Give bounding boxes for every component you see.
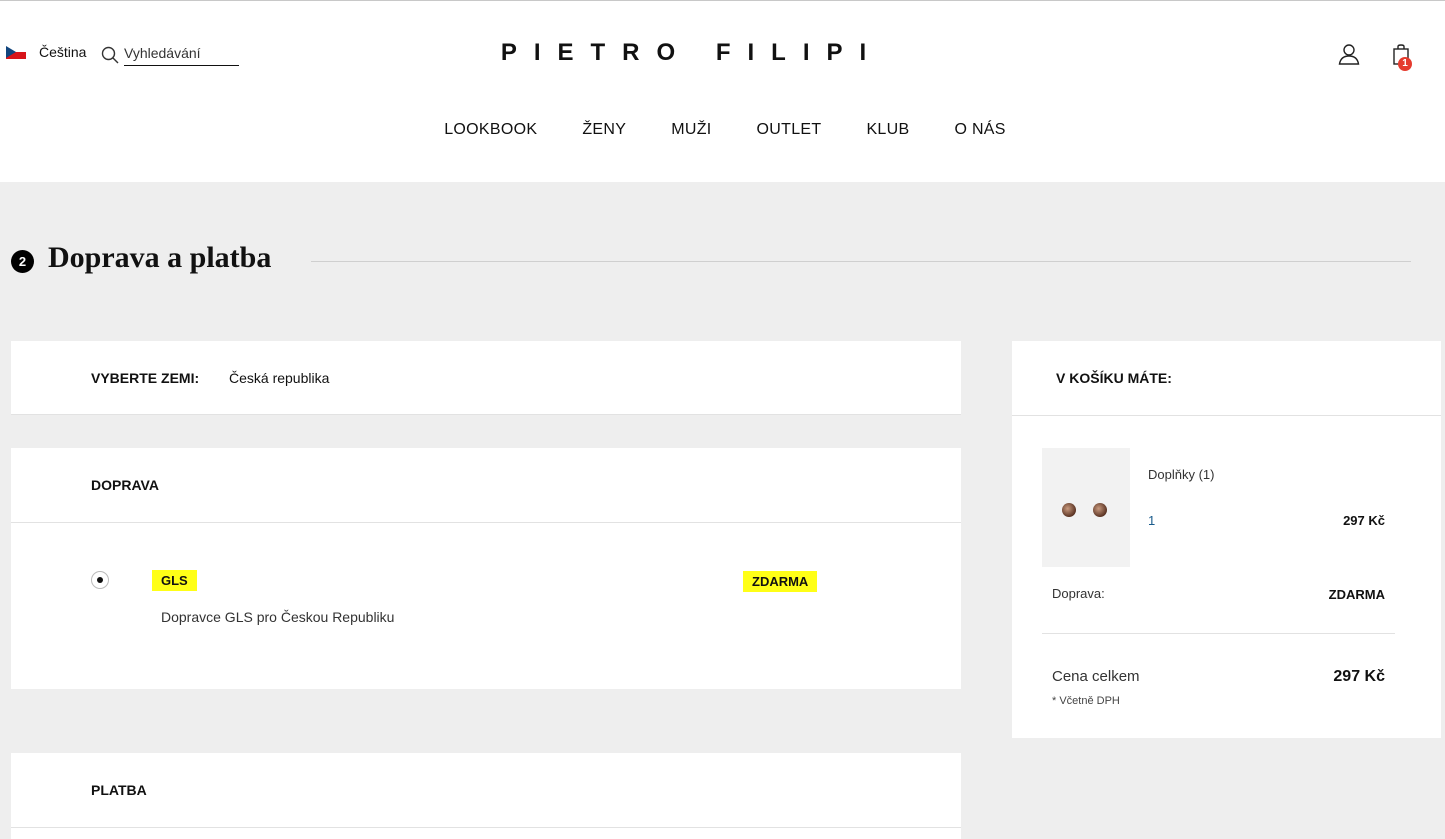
cart-divider — [1042, 633, 1395, 634]
payment-header: PLATBA — [11, 753, 961, 828]
nav-item-women[interactable]: ŽENY — [582, 121, 626, 139]
nav-item-about[interactable]: O NÁS — [954, 121, 1005, 139]
page-title: Doprava a platba — [48, 241, 272, 274]
product-quantity: 1 — [1148, 513, 1156, 528]
product-image[interactable] — [1042, 448, 1130, 567]
product-name[interactable]: Doplňky (1) — [1148, 467, 1214, 482]
shipping-header: DOPRAVA — [11, 448, 961, 523]
country-select[interactable]: Česká republika — [229, 370, 329, 386]
total-label: Cena celkem — [1052, 668, 1140, 685]
nav-item-men[interactable]: MUŽI — [671, 121, 711, 139]
step-number-badge: 2 — [11, 250, 34, 273]
earring-right-image — [1093, 503, 1107, 517]
section-divider — [311, 261, 1411, 262]
cart-summary-header: V KOŠÍKU MÁTE: — [1012, 341, 1441, 416]
nav-item-outlet[interactable]: OUTLET — [757, 121, 822, 139]
main-nav: LOOKBOOK ŽENY MUŽI OUTLET KLUB O NÁS — [0, 121, 1445, 139]
nav-item-club[interactable]: KLUB — [866, 121, 909, 139]
vat-note: * Včetně DPH — [1052, 695, 1120, 707]
nav-item-lookbook[interactable]: LOOKBOOK — [444, 121, 537, 139]
earring-left-image — [1062, 503, 1076, 517]
country-panel: VYBERTE ZEMI: Česká republika — [11, 341, 961, 415]
total-value: 297 Kč — [1333, 668, 1385, 685]
site-logo[interactable]: PIETRO FILIPI — [0, 39, 1384, 67]
payment-title: PLATBA — [91, 782, 147, 798]
shipping-option-description: Dopravce GLS pro Českou Republiku — [161, 609, 395, 625]
shipping-panel: DOPRAVA GLS ZDARMA Dopravce GLS pro Česk… — [11, 448, 961, 689]
cart-count-badge: 1 — [1398, 57, 1412, 71]
shipping-option-name[interactable]: GLS — [152, 570, 197, 591]
cart-shipping-value: ZDARMA — [1328, 587, 1385, 602]
site-header: Čeština PIETRO FILIPI 1 LOOKBOOK ŽENY MU… — [0, 0, 1445, 182]
cart-summary: V KOŠÍKU MÁTE: Doplňky (1) 1 297 Kč Dopr… — [1012, 341, 1441, 738]
shipping-title: DOPRAVA — [91, 477, 159, 493]
payment-panel: PLATBA — [11, 753, 961, 839]
shipping-option-price: ZDARMA — [743, 571, 818, 592]
cart-summary-title: V KOŠÍKU MÁTE: — [1056, 370, 1172, 386]
cart-shipping-label: Doprava: — [1052, 586, 1105, 601]
product-price: 297 Kč — [1343, 513, 1385, 528]
country-label: VYBERTE ZEMI: — [91, 370, 200, 386]
shipping-option-gls-radio[interactable] — [91, 571, 109, 589]
user-account-icon[interactable] — [1338, 43, 1360, 65]
